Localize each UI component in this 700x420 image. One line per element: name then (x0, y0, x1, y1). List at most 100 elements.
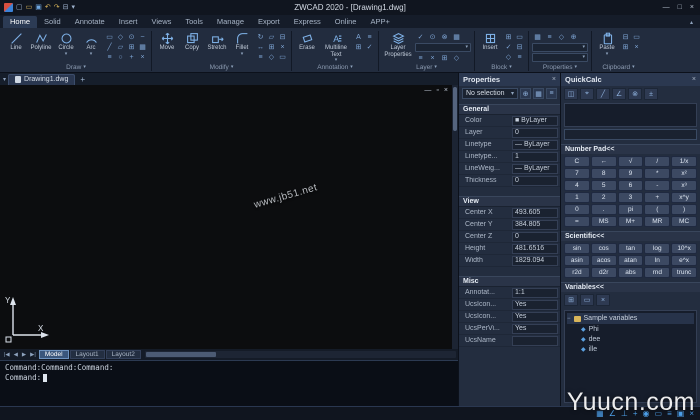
fillet-tool-button[interactable]: Fillet ▾ (230, 30, 254, 63)
mini-tool-icon[interactable]: ⊞ (126, 42, 137, 52)
layout-nav-arrow[interactable]: ▶| (29, 352, 37, 358)
ribbon-tab[interactable]: Tools (178, 16, 210, 28)
mini-tool-icon[interactable]: ◇ (503, 52, 514, 62)
layout-nav-arrow[interactable]: |◀ (3, 352, 11, 358)
variable-item[interactable]: ◆ ille (567, 344, 694, 354)
layout-nav-arrow[interactable]: ◀ (13, 352, 19, 358)
command-window[interactable]: Command:Command:Command: Command: (0, 360, 458, 406)
mini-tool-icon[interactable]: ✓ (364, 42, 375, 52)
panel-expand-icon[interactable]: ▾ (575, 65, 578, 70)
layout-tab[interactable]: Layout2 (105, 350, 141, 359)
mini-tool-icon[interactable]: ≡ (415, 53, 426, 63)
property-value[interactable]: Yes (512, 299, 558, 310)
calc-button[interactable]: √ (617, 156, 644, 168)
canvas-vertical-scrollbar[interactable] (452, 85, 458, 349)
ribbon-tab[interactable]: Express (287, 16, 328, 28)
calc-button[interactable]: M+ (617, 216, 644, 228)
calc-button[interactable]: / (644, 156, 671, 168)
panel-expand-icon[interactable]: ▾ (434, 65, 437, 70)
quick-select-icon[interactable]: ▦ (533, 88, 544, 100)
ribbon-tab[interactable]: Annotate (68, 16, 112, 28)
mini-tool-icon[interactable]: ≡ (104, 52, 115, 62)
close-icon[interactable]: × (692, 76, 696, 83)
property-value[interactable]: 493.605 (512, 207, 558, 218)
calc-button[interactable]: x² (671, 168, 697, 180)
property-value[interactable] (512, 335, 558, 346)
ribbon-tab[interactable]: Export (251, 16, 287, 28)
calc-button[interactable]: x³ (671, 180, 697, 192)
sci-button[interactable]: trunc (671, 267, 697, 279)
mini-tool-icon[interactable]: ✓ (415, 32, 426, 42)
calc-button[interactable]: . (590, 204, 617, 216)
calc-button[interactable]: x^y (671, 192, 697, 204)
calc-button[interactable]: = (564, 216, 590, 228)
section-header-misc[interactable]: Misc (459, 276, 560, 288)
quickcalc-toolbar-icon[interactable]: ± (644, 88, 658, 101)
quickcalc-toolbar-icon[interactable]: ⌖ (580, 88, 594, 101)
mini-tool-icon[interactable]: ⊞ (353, 42, 364, 52)
calc-button[interactable]: 5 (590, 180, 617, 192)
numpad-section-header[interactable]: Number Pad<< (561, 144, 700, 155)
doc-minimize-icon[interactable]: — (424, 87, 431, 94)
multiline-text-tool-button[interactable]: A Multiline Text ▾ (320, 30, 352, 63)
mini-tool-icon[interactable]: ⊟ (277, 32, 288, 42)
mini-tool-icon[interactable]: ⊟ (620, 32, 631, 42)
quickcalc-toolbar-icon[interactable]: ⊗ (628, 88, 642, 101)
linetype-dropdown[interactable]: ▾ (532, 53, 588, 62)
scientific-section-header[interactable]: Scientific<< (561, 231, 700, 242)
document-menu-icon[interactable]: ▾ (3, 76, 6, 83)
mini-tool-icon[interactable]: ⊗ (439, 32, 450, 42)
property-value[interactable]: 1:1 (512, 287, 558, 298)
arc-tool-button[interactable]: Arc ▾ (79, 30, 103, 63)
panel-expand-icon[interactable]: ▾ (83, 65, 86, 70)
section-header-view[interactable]: View (459, 196, 560, 208)
quick-select-icon[interactable]: ≡ (546, 88, 557, 100)
variables-toolbar-icon[interactable]: × (596, 294, 610, 307)
doc-close-icon[interactable]: × (444, 87, 448, 94)
calc-button[interactable]: 1 (564, 192, 590, 204)
property-value[interactable]: 0 (512, 175, 558, 186)
calc-button[interactable]: 6 (617, 180, 644, 192)
property-value[interactable]: Yes (512, 323, 558, 334)
sci-button[interactable]: ln (644, 255, 671, 267)
copy-tool-button[interactable]: Copy (180, 30, 204, 63)
polyline-tool-button[interactable]: Polyline (29, 30, 53, 63)
mini-tool-icon[interactable]: × (427, 53, 438, 63)
mini-tool-icon[interactable]: ⊞ (503, 32, 514, 42)
command-prompt-line[interactable]: Command: (5, 373, 453, 382)
mini-tool-icon[interactable]: ▱ (115, 42, 126, 52)
sci-button[interactable]: abs (617, 267, 644, 279)
tree-root-item[interactable]: − Sample variables (567, 313, 694, 325)
layout-tab[interactable]: Model (38, 350, 69, 359)
ribbon-tab[interactable]: Insert (112, 16, 145, 28)
quickcalc-toolbar-icon[interactable]: ∠ (612, 88, 626, 101)
mini-tool-icon[interactable]: × (277, 42, 288, 52)
mini-tool-icon[interactable]: ▱ (266, 32, 277, 42)
mini-tool-icon[interactable]: ⊕ (568, 32, 579, 42)
layer-properties-button[interactable]: Layer Properties (382, 30, 414, 63)
panel-expand-icon[interactable]: ▾ (350, 65, 353, 70)
quickcalc-history[interactable] (564, 103, 697, 128)
sci-button[interactable]: log (644, 243, 671, 255)
calc-button[interactable]: 7 (564, 168, 590, 180)
ribbon-tab[interactable]: Online (328, 16, 364, 28)
mini-tool-icon[interactable]: + (126, 52, 137, 62)
calc-button[interactable]: 0 (564, 204, 590, 216)
maximize-icon[interactable]: □ (678, 4, 682, 11)
calc-button[interactable]: 9 (617, 168, 644, 180)
app-logo-icon[interactable] (4, 3, 13, 12)
layout-nav-arrow[interactable]: ▶ (21, 352, 27, 358)
calc-button[interactable]: MC (671, 216, 697, 228)
mini-tool-icon[interactable]: ◇ (556, 32, 567, 42)
property-value[interactable]: 481.6516 (512, 243, 558, 254)
mini-tool-icon[interactable]: ⊞ (620, 42, 631, 52)
property-value[interactable]: 0 (512, 127, 558, 138)
sci-button[interactable]: r2d (564, 267, 590, 279)
calc-button[interactable]: 2 (590, 192, 617, 204)
ribbon-collapse-icon[interactable]: ▴ (690, 19, 697, 28)
mini-tool-icon[interactable]: ✓ (503, 42, 514, 52)
mini-tool-icon[interactable]: ↔ (255, 42, 266, 52)
mini-tool-icon[interactable]: ↻ (255, 32, 266, 42)
ribbon-tab[interactable]: APP+ (363, 16, 396, 28)
sci-button[interactable]: 10^x (671, 243, 697, 255)
